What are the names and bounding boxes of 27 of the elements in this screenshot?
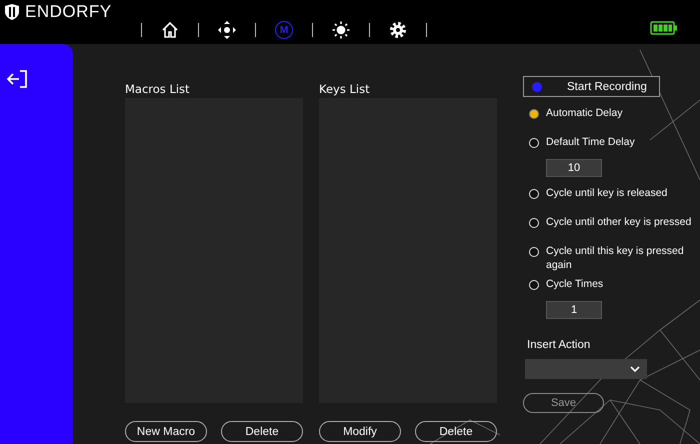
new-macro-button[interactable]: New Macro	[125, 421, 207, 442]
battery-icon	[650, 21, 678, 35]
exit-icon[interactable]	[6, 69, 28, 89]
option-label: Cycle Times	[546, 277, 604, 291]
option-label: Default Time Delay	[546, 135, 636, 149]
sun-icon	[332, 21, 350, 39]
insert-action-label: Insert Action	[527, 339, 590, 351]
delete-button[interactable]: Delete	[415, 421, 497, 442]
save-button[interactable]: Save	[523, 393, 604, 413]
start-recording-button[interactable]: Start Recording	[523, 76, 660, 97]
list-title: Macros List	[125, 82, 191, 98]
option-label: Cycle until other key is pressed	[546, 215, 692, 229]
settings-icon	[389, 21, 407, 39]
direction-pad-icon	[217, 20, 237, 40]
number-field[interactable]: 10	[546, 159, 602, 177]
brand-name: ENDORFY	[25, 2, 112, 22]
number-field[interactable]: 1	[546, 301, 602, 319]
option-label: Cycle until this key is pressed again	[546, 244, 685, 272]
shield-logo-icon	[4, 3, 20, 21]
option-label: Cycle until key is released	[546, 186, 668, 200]
delete-button[interactable]: Delete	[221, 421, 303, 442]
modify-button[interactable]: Modify	[319, 421, 401, 442]
radio-button[interactable]	[529, 109, 539, 119]
chevron-down-icon	[629, 365, 641, 373]
option-label: Automatic Delay	[546, 106, 624, 120]
home-icon	[161, 21, 179, 39]
list-title: Keys List	[319, 82, 371, 98]
